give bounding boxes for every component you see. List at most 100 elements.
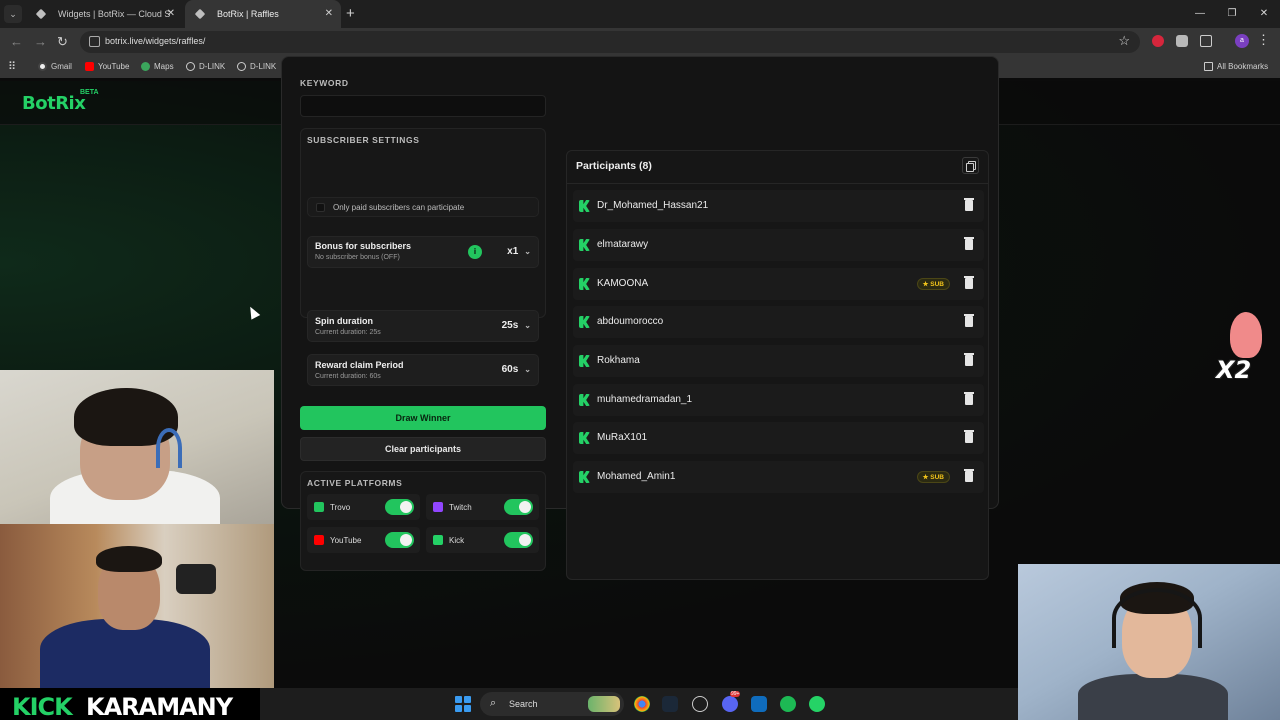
windows-start-icon[interactable] xyxy=(455,696,471,712)
obs-icon[interactable] xyxy=(692,696,708,712)
person-shirt xyxy=(1078,674,1228,720)
kick-toggle[interactable] xyxy=(504,532,533,548)
sub-badge: ★ SUB xyxy=(916,471,950,483)
botrix-favicon-icon xyxy=(194,8,206,20)
reload-icon[interactable]: ↻ xyxy=(57,34,68,50)
sticker-text: X2 xyxy=(1216,356,1252,384)
keyword-label: KEYWORD xyxy=(300,78,349,88)
tab-title: Widgets | BotRix — Cloud Stream xyxy=(58,9,170,19)
profile-avatar[interactable]: a xyxy=(1235,34,1249,48)
spin-duration-setting: Spin duration Current duration: 25s 25s ⌄ xyxy=(307,310,539,342)
url-text: botrix.live/widgets/raffles/ xyxy=(105,36,206,46)
participant-name: muhamedramadan_1 xyxy=(597,394,693,405)
x2-sticker: X2 xyxy=(1216,312,1264,384)
forward-icon[interactable]: → xyxy=(34,34,47,50)
mail-badge: 99+ xyxy=(730,691,741,697)
bookmark-star-icon[interactable]: ☆ xyxy=(1118,33,1130,49)
site-info-icon[interactable] xyxy=(89,36,100,47)
tab-raffles[interactable]: BotRix | Raffles ✕ xyxy=(185,0,341,28)
discord-icon[interactable] xyxy=(722,696,738,712)
back-icon[interactable]: ← xyxy=(10,34,23,50)
bookmark-maps[interactable]: Maps xyxy=(141,62,174,71)
taskbar-search[interactable]: ⌕ Search xyxy=(480,692,624,716)
youtube-toggle[interactable] xyxy=(385,532,414,548)
draw-winner-button[interactable]: Draw Winner xyxy=(300,406,546,430)
new-tab-button[interactable]: + xyxy=(346,4,355,24)
trash-icon[interactable] xyxy=(964,469,974,482)
platform-name: Twitch xyxy=(449,503,472,512)
close-icon[interactable]: ✕ xyxy=(167,0,175,28)
extensions-puzzle-icon[interactable] xyxy=(1200,35,1212,47)
participant-name: Rokhama xyxy=(597,355,640,366)
claim-period-dropdown[interactable]: 60s ⌄ xyxy=(502,361,531,379)
bonus-subtitle: No subscriber bonus (OFF) xyxy=(315,254,400,261)
kick-icon xyxy=(579,239,590,251)
minimize-icon[interactable]: — xyxy=(1184,0,1216,28)
browser-toolbar: ← → ↻ botrix.live/widgets/raffles/ ☆ a ⋮ xyxy=(0,28,1280,56)
google-icon xyxy=(38,62,47,71)
only-paid-row[interactable]: Only paid subscribers can participate xyxy=(307,197,539,217)
globe-icon xyxy=(237,62,246,71)
only-paid-checkbox[interactable] xyxy=(316,203,325,212)
bookmark-gmail[interactable]: Gmail xyxy=(38,62,72,71)
browser-menu-icon[interactable]: ⋮ xyxy=(1257,32,1270,48)
trash-icon[interactable] xyxy=(964,430,974,443)
outlook-icon[interactable] xyxy=(751,696,767,712)
trash-icon[interactable] xyxy=(964,198,974,211)
kick-icon xyxy=(579,316,590,328)
spotify-icon[interactable] xyxy=(780,696,796,712)
bookmark-youtube[interactable]: YouTube xyxy=(85,62,129,71)
headset-icon xyxy=(1112,588,1202,648)
trash-icon[interactable] xyxy=(964,353,974,366)
whatsapp-icon[interactable] xyxy=(809,696,825,712)
trash-icon[interactable] xyxy=(964,392,974,405)
trash-icon[interactable] xyxy=(964,237,974,250)
platform-twitch: Twitch xyxy=(426,494,539,520)
trash-icon[interactable] xyxy=(964,314,974,327)
spin-duration-dropdown[interactable]: 25s ⌄ xyxy=(502,317,531,335)
windows-taskbar: ⌕ Search 99+ xyxy=(260,688,1018,720)
botrix-logo[interactable]: BotRix xyxy=(22,93,86,114)
sub-badge: ★ SUB xyxy=(916,278,950,290)
trash-icon[interactable] xyxy=(964,276,974,289)
close-window-icon[interactable]: ✕ xyxy=(1248,0,1280,28)
tab-search-button[interactable]: ⌄ xyxy=(4,5,22,23)
shield-icon[interactable] xyxy=(1176,35,1188,47)
claim-period-setting: Reward claim Period Current duration: 60… xyxy=(307,354,539,386)
participant-name: MuRaX101 xyxy=(597,432,648,443)
platform-name: YouTube xyxy=(330,536,362,545)
extension-icon[interactable] xyxy=(1152,35,1164,47)
chrome-icon[interactable] xyxy=(634,696,650,712)
all-bookmarks[interactable]: All Bookmarks xyxy=(1204,62,1268,71)
bookmark-dlink-2[interactable]: D-LINK xyxy=(237,62,276,71)
apps-grid-icon[interactable]: ⠿ xyxy=(8,60,16,73)
participant-row: muhamedramadan_1 xyxy=(573,384,984,416)
patrick-sticker-icon xyxy=(1230,312,1262,358)
search-highlight-image xyxy=(588,696,620,712)
subscriber-settings-title: SUBSCRIBER SETTINGS xyxy=(307,135,420,145)
tab-widgets[interactable]: Widgets | BotRix — Cloud Stream ✕ xyxy=(26,0,183,28)
info-icon[interactable]: i xyxy=(468,245,482,259)
participant-name: Mohamed_Amin1 xyxy=(597,471,676,482)
webcam-feed-3 xyxy=(1018,564,1280,720)
claim-title: Reward claim Period xyxy=(315,360,404,370)
trovo-toggle[interactable] xyxy=(385,499,414,515)
twitch-icon xyxy=(433,502,443,512)
youtube-icon xyxy=(314,535,324,545)
clear-participants-button[interactable]: Clear participants xyxy=(300,437,546,461)
steam-icon[interactable] xyxy=(662,696,678,712)
maximize-icon[interactable]: ❐ xyxy=(1216,0,1248,28)
youtube-icon xyxy=(85,62,94,71)
window-controls: — ❐ ✕ xyxy=(1184,0,1280,28)
participant-name: abdoumorocco xyxy=(597,316,664,327)
bookmark-dlink-1[interactable]: D-LINK xyxy=(186,62,225,71)
bonus-multiplier-dropdown[interactable]: x1 ⌄ xyxy=(507,243,531,261)
twitch-toggle[interactable] xyxy=(504,499,533,515)
address-bar[interactable]: botrix.live/widgets/raffles/ ☆ xyxy=(80,31,1140,53)
active-platforms-title: ACTIVE PLATFORMS xyxy=(307,478,403,488)
search-icon: ⌕ xyxy=(490,697,497,709)
banner-streamer-name: KARAMANY xyxy=(86,693,233,720)
copy-icon[interactable] xyxy=(962,157,979,174)
close-icon[interactable]: ✕ xyxy=(325,0,333,28)
keyword-input[interactable] xyxy=(300,95,546,117)
